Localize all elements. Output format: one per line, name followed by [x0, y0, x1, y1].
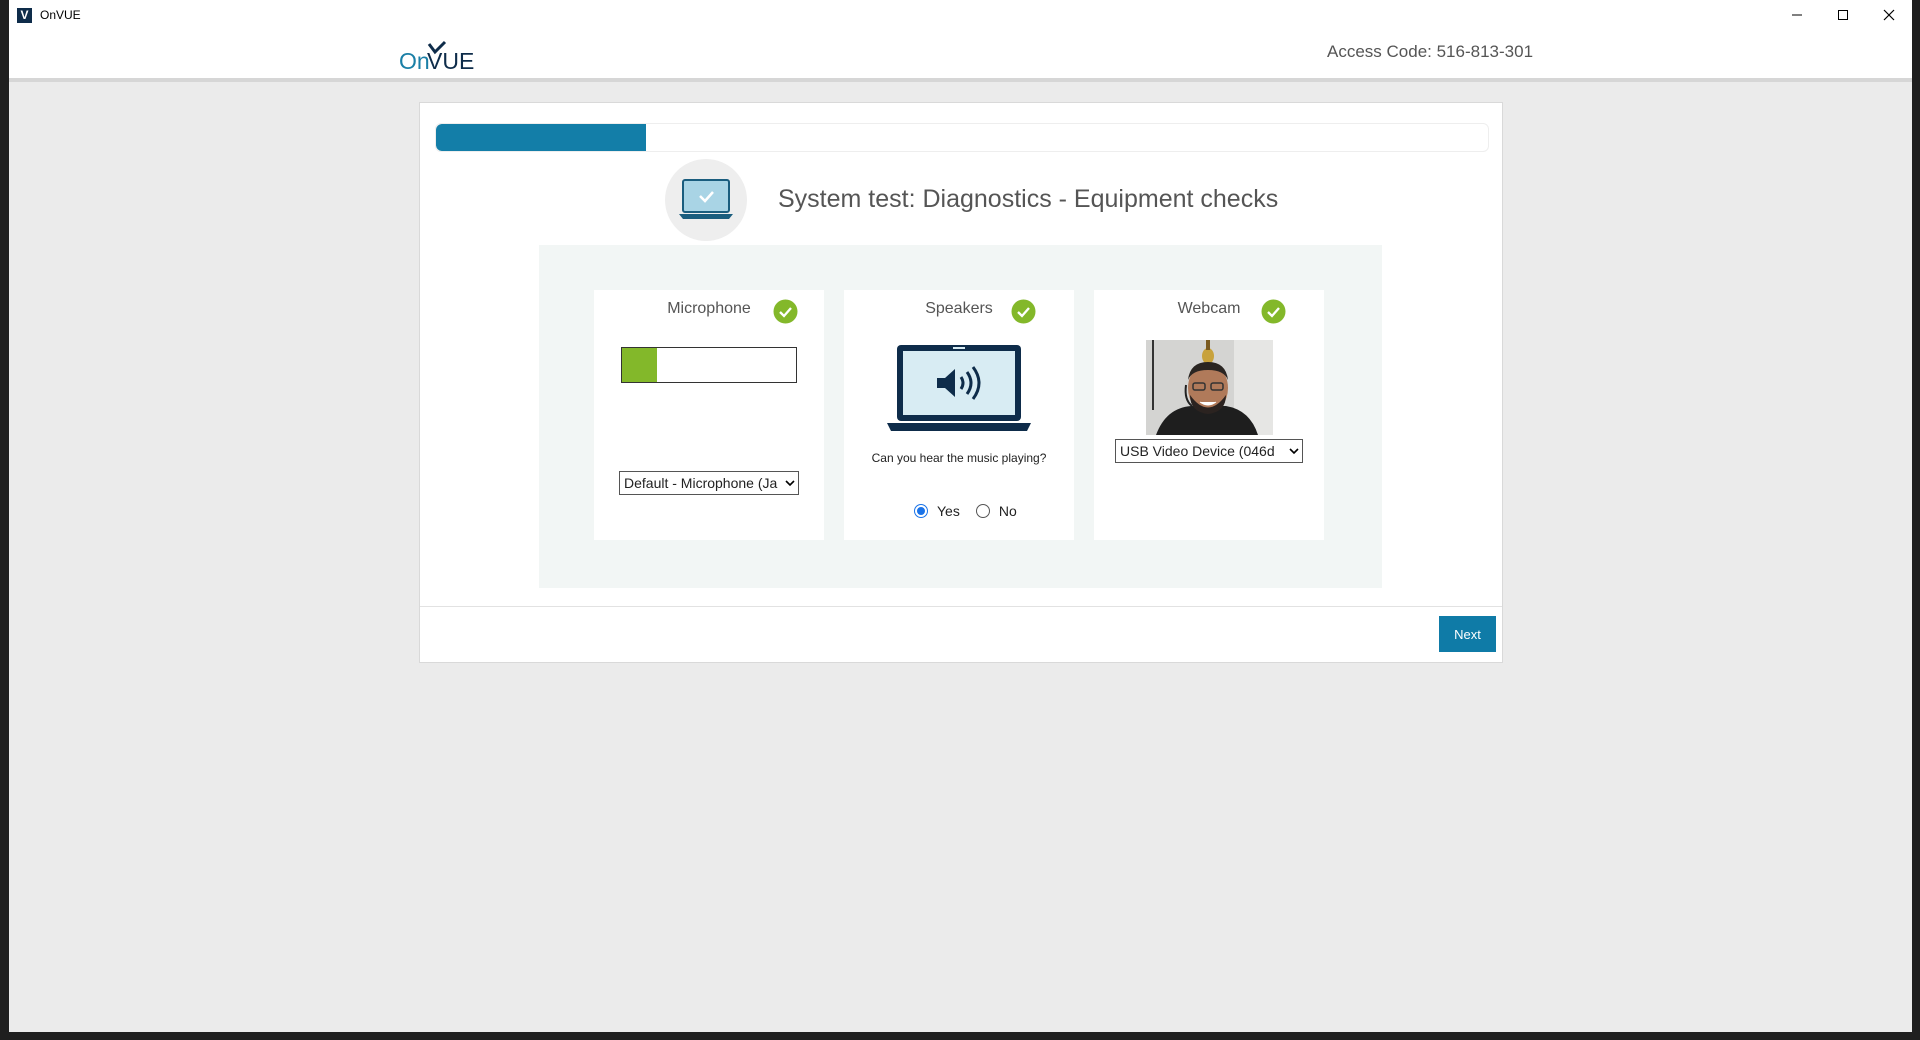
- check-circle-icon: [773, 299, 798, 324]
- laptop-speaker-icon: [887, 345, 1031, 431]
- webcam-title: Webcam: [1177, 300, 1241, 317]
- check-circle-icon: [1011, 299, 1036, 324]
- webcam-select[interactable]: USB Video Device (046d: [1115, 439, 1303, 463]
- minimize-button[interactable]: [1774, 0, 1820, 30]
- speaker-answer-group: Yes No: [914, 503, 1033, 519]
- yes-radio[interactable]: [914, 504, 928, 518]
- yes-label: Yes: [937, 503, 960, 519]
- title-bar: V OnVUE: [9, 0, 1912, 30]
- next-button[interactable]: Next: [1439, 616, 1496, 652]
- close-button[interactable]: [1866, 0, 1912, 30]
- maximize-button[interactable]: [1820, 0, 1866, 30]
- microphone-level-meter: [621, 347, 797, 383]
- window-title: OnVUE: [40, 8, 81, 22]
- progress-bar: [435, 123, 1489, 152]
- webcam-preview: [1146, 340, 1273, 435]
- onvue-window: V OnVUE On VUE Access Code: 516-813-301: [9, 0, 1912, 1032]
- system-test-card: System test: Diagnostics - Equipment che…: [419, 102, 1503, 663]
- microphone-select-value: Default - Microphone (Ja: [624, 475, 778, 491]
- no-label: No: [998, 503, 1017, 519]
- microphone-level-fill: [622, 348, 657, 382]
- close-icon: [1883, 9, 1895, 21]
- logo-text-part: On: [399, 48, 430, 74]
- progress-bar-fill: [436, 124, 647, 151]
- laptop-icon: [665, 159, 747, 241]
- microphone-select[interactable]: Default - Microphone (Ja: [619, 471, 799, 495]
- maximize-icon: [1838, 10, 1848, 20]
- onvue-app-icon: V: [17, 7, 32, 23]
- chevron-down-icon: [1289, 448, 1299, 455]
- equipment-checks: Microphone Default - Microphone (Ja Spea…: [539, 245, 1382, 588]
- speakers-title: Speakers: [925, 300, 993, 317]
- check-circle-icon: [1261, 299, 1286, 324]
- page-title: System test: Diagnostics - Equipment che…: [778, 185, 1279, 213]
- webcam-select-value: USB Video Device (046d: [1120, 443, 1275, 459]
- minimize-icon: [1792, 14, 1802, 16]
- footer-divider: [420, 606, 1502, 607]
- laptop-check-icon: [679, 179, 733, 219]
- speaker-question: Can you hear the music playing?: [871, 451, 1047, 465]
- onvue-logo: On VUE: [399, 40, 474, 74]
- microphone-panel: Microphone Default - Microphone (Ja: [594, 290, 824, 540]
- webcam-panel: Webcam USB Video Device (046d: [1094, 290, 1324, 540]
- speakers-panel: Speakers Can you hear the music playing?: [844, 290, 1074, 540]
- webcam-image: [1146, 340, 1273, 435]
- access-code: Access Code: 516-813-301: [1327, 42, 1534, 61]
- chevron-down-icon: [785, 480, 795, 487]
- app-header: On VUE Access Code: 516-813-301: [9, 30, 1912, 82]
- window-controls: [1774, 0, 1912, 30]
- no-radio[interactable]: [975, 504, 990, 518]
